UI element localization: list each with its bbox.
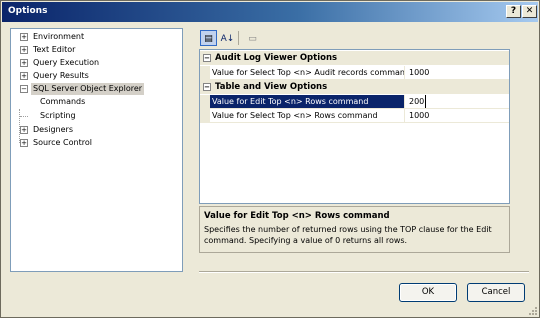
tree-item-label: Query Results — [33, 71, 89, 80]
row-margin — [200, 95, 210, 109]
category-audit-log-viewer-options[interactable]: − Audit Log Viewer Options — [200, 51, 509, 65]
property-row[interactable]: Value for Select Top <n> Rows command 10… — [200, 109, 509, 123]
expand-icon[interactable]: + — [20, 72, 28, 80]
description-text: Specifies the number of returned rows us… — [204, 225, 492, 245]
collapse-icon[interactable]: − — [203, 83, 211, 91]
toolbar-separator — [238, 31, 239, 45]
property-value[interactable]: 1000 — [407, 109, 507, 122]
options-tree[interactable]: + Environment + Text Editor + Query Exec… — [10, 28, 183, 272]
tree-item-label: Query Execution — [33, 58, 100, 67]
resize-grip-icon[interactable] — [528, 306, 538, 316]
expand-icon[interactable]: + — [20, 59, 28, 67]
alphabetical-icon[interactable]: A↓ — [219, 30, 236, 46]
property-row[interactable]: Value for Select Top <n> Audit records c… — [200, 66, 509, 80]
expand-icon[interactable]: + — [20, 46, 28, 54]
cancel-button[interactable]: Cancel — [467, 283, 525, 302]
tree-item-label: Scripting — [40, 111, 76, 120]
tree-connector — [20, 116, 28, 117]
title-bar[interactable]: Options ? ✕ — [2, 2, 538, 22]
tree-item-label: Designers — [33, 125, 73, 134]
tree-item-label: Environment — [33, 32, 85, 41]
category-table-and-view-options[interactable]: − Table and View Options — [200, 80, 509, 94]
property-name: Value for Select Top <n> Audit records c… — [212, 66, 405, 79]
property-grid[interactable]: − Audit Log Viewer Options Value for Sel… — [199, 49, 510, 204]
row-margin — [200, 109, 210, 123]
help-button[interactable]: ? — [506, 5, 521, 18]
window-title: Options — [8, 6, 48, 16]
expand-icon[interactable]: + — [20, 33, 28, 41]
tree-item-label: Source Control — [33, 138, 92, 147]
close-button[interactable]: ✕ — [522, 5, 537, 18]
category-label: Table and View Options — [215, 82, 328, 92]
expand-icon[interactable]: + — [20, 139, 28, 147]
divider — [199, 271, 529, 273]
description-title: Value for Edit Top <n> Rows command — [204, 211, 390, 221]
ok-button[interactable]: OK — [399, 283, 457, 302]
collapse-icon[interactable]: − — [203, 54, 211, 62]
tree-item-label: Commands — [40, 97, 86, 106]
categorized-icon[interactable]: ▤ — [200, 30, 217, 46]
property-value[interactable]: 1000 — [407, 66, 507, 79]
category-label: Audit Log Viewer Options — [215, 53, 338, 63]
property-name: Value for Edit Top <n> Rows command — [210, 95, 405, 108]
property-value-editor[interactable]: 200 — [407, 95, 427, 108]
property-pages-icon[interactable]: ▭ — [244, 30, 261, 46]
description-pane: Value for Edit Top <n> Rows command Spec… — [199, 206, 510, 253]
row-margin — [200, 66, 210, 80]
property-name: Value for Select Top <n> Rows command — [210, 109, 405, 122]
expand-icon[interactable]: + — [20, 126, 28, 134]
tree-item-label: SQL Server Object Explorer — [31, 83, 145, 95]
property-row-selected[interactable]: Value for Edit Top <n> Rows command 200 — [200, 95, 509, 109]
collapse-icon[interactable]: − — [20, 85, 28, 93]
tree-item-label: Text Editor — [33, 45, 76, 54]
options-dialog: Options ? ✕ + Environment + Text Editor … — [0, 0, 540, 318]
